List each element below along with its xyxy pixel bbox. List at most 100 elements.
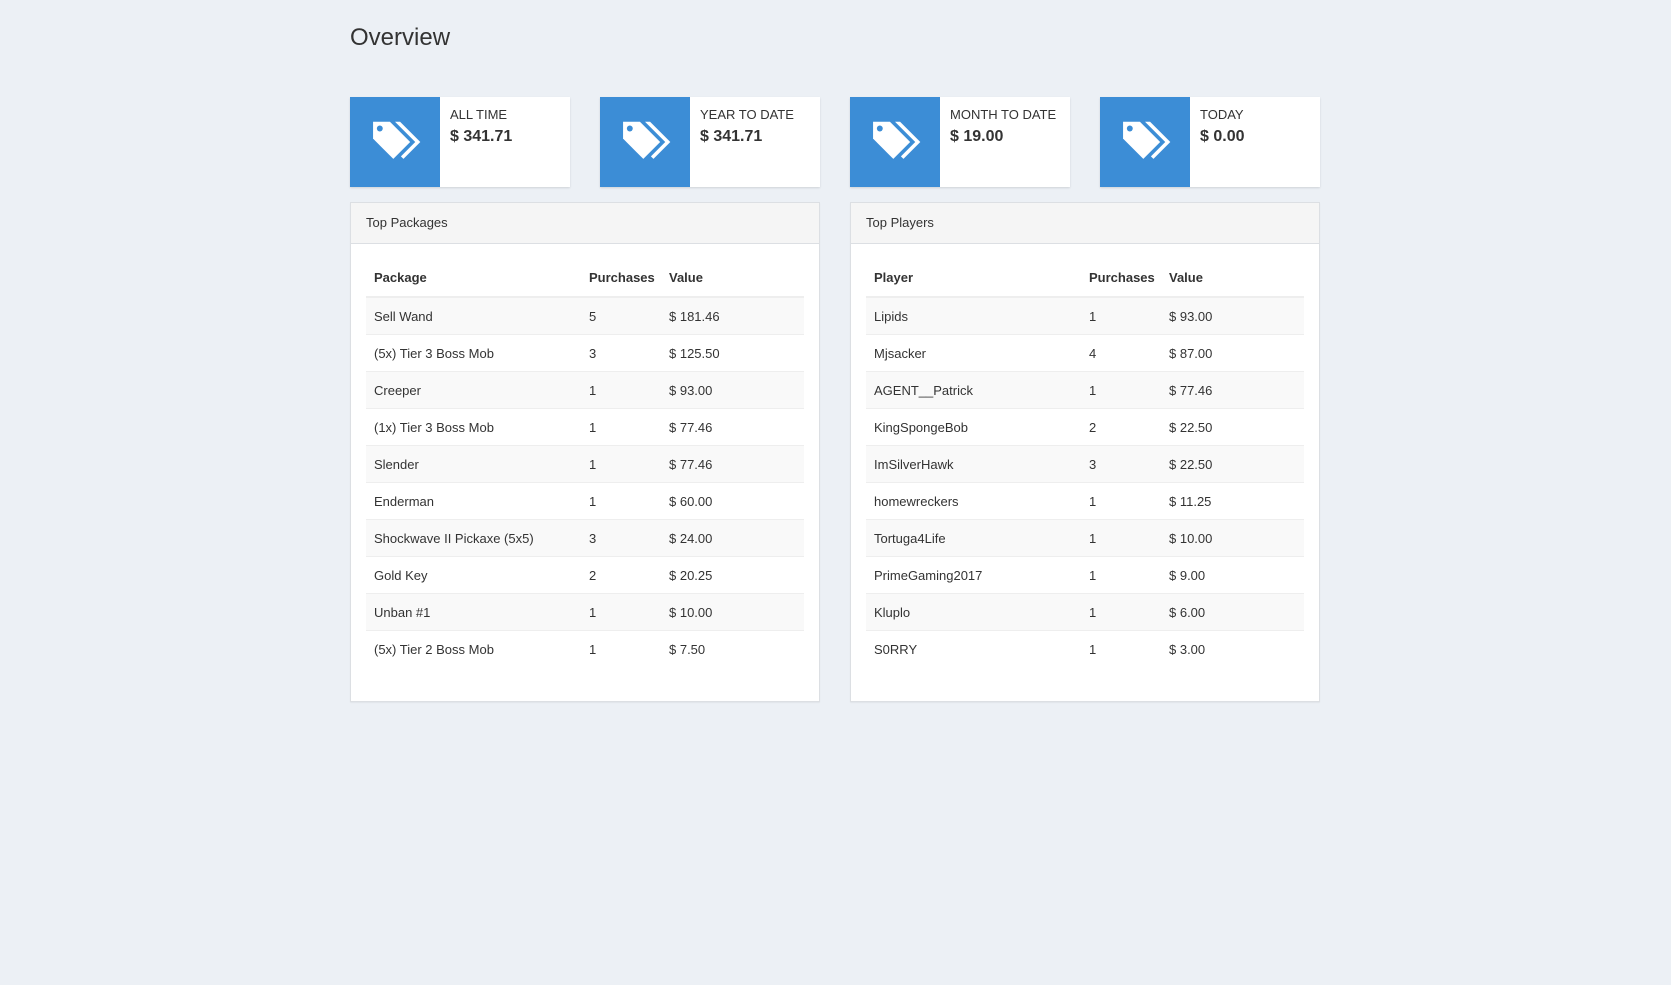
purchases-count: 2 xyxy=(581,556,661,594)
table-row: Slender 1 $ 77.46 xyxy=(366,445,804,483)
tags-icon xyxy=(1100,97,1190,187)
purchase-value: $ 77.46 xyxy=(661,445,804,483)
purchases-count: 2 xyxy=(1081,408,1161,446)
stat-all-time: ALL TIME $ 341.71 xyxy=(350,97,570,187)
stat-label: YEAR TO DATE xyxy=(700,107,794,122)
tags-icon xyxy=(850,97,940,187)
purchase-value: $ 3.00 xyxy=(1161,630,1304,667)
purchase-value: $ 10.00 xyxy=(1161,519,1304,557)
table-row: S0RRY 1 $ 3.00 xyxy=(866,630,1304,667)
purchases-count: 1 xyxy=(581,482,661,520)
purchase-value: $ 93.00 xyxy=(1161,296,1304,335)
table-row: Creeper 1 $ 93.00 xyxy=(366,371,804,409)
table-row: ImSilverHawk 3 $ 22.50 xyxy=(866,445,1304,483)
column-header-value: Value xyxy=(1161,258,1304,298)
page-title: Overview xyxy=(350,24,451,51)
top-packages-table: Package Purchases Value Sell Wand 5 $ 181.… xyxy=(366,258,804,667)
player-name: Tortuga4Life xyxy=(866,519,1081,557)
table-row: (1x) Tier 3 Boss Mob 1 $ 77.46 xyxy=(366,408,804,446)
player-name: KingSpongeBob xyxy=(866,408,1081,446)
purchase-value: $ 22.50 xyxy=(1161,408,1304,446)
purchases-count: 1 xyxy=(1081,482,1161,520)
purchases-count: 1 xyxy=(581,371,661,409)
table-row: homewreckers 1 $ 11.25 xyxy=(866,482,1304,520)
tags-icon xyxy=(350,97,440,187)
player-name: homewreckers xyxy=(866,482,1081,520)
table-row: (5x) Tier 2 Boss Mob 1 $ 7.50 xyxy=(366,630,804,667)
stat-value: $ 0.00 xyxy=(1200,128,1245,145)
package-name: (5x) Tier 2 Boss Mob xyxy=(366,630,581,667)
table-row: Mjsacker 4 $ 87.00 xyxy=(866,334,1304,372)
column-header-value: Value xyxy=(661,258,804,298)
purchases-count: 1 xyxy=(1081,630,1161,667)
purchase-value: $ 77.46 xyxy=(1161,371,1304,409)
purchase-value: $ 24.00 xyxy=(661,519,804,557)
purchases-count: 4 xyxy=(1081,334,1161,372)
tags-icon xyxy=(600,97,690,187)
purchase-value: $ 6.00 xyxy=(1161,593,1304,631)
purchases-count: 1 xyxy=(1081,296,1161,335)
purchase-value: $ 7.50 xyxy=(661,630,804,667)
stat-label: TODAY xyxy=(1200,107,1244,122)
purchases-count: 1 xyxy=(1081,519,1161,557)
panel-title: Top Packages xyxy=(351,203,819,244)
purchase-value: $ 11.25 xyxy=(1161,482,1304,520)
table-row: Shockwave II Pickaxe (5x5) 3 $ 24.00 xyxy=(366,519,804,557)
table-row: Sell Wand 5 $ 181.46 xyxy=(366,296,804,335)
table-header-row: Player Purchases Value xyxy=(866,258,1304,298)
stat-value: $ 19.00 xyxy=(950,128,1004,145)
package-name: (1x) Tier 3 Boss Mob xyxy=(366,408,581,446)
purchase-value: $ 77.46 xyxy=(661,408,804,446)
purchase-value: $ 125.50 xyxy=(661,334,804,372)
table-row: Unban #1 1 $ 10.00 xyxy=(366,593,804,631)
column-header-purchases: Purchases xyxy=(1081,258,1161,298)
table-row: Kluplo 1 $ 6.00 xyxy=(866,593,1304,631)
purchases-count: 3 xyxy=(581,519,661,557)
package-name: Creeper xyxy=(366,371,581,409)
purchase-value: $ 87.00 xyxy=(1161,334,1304,372)
table-row: Enderman 1 $ 60.00 xyxy=(366,482,804,520)
table-row: Tortuga4Life 1 $ 10.00 xyxy=(866,519,1304,557)
stat-label: ALL TIME xyxy=(450,107,508,122)
purchase-value: $ 181.46 xyxy=(661,296,804,335)
stat-today: TODAY $ 0.00 xyxy=(1100,97,1320,187)
purchase-value: $ 22.50 xyxy=(1161,445,1304,483)
player-name: S0RRY xyxy=(866,630,1081,667)
purchases-count: 1 xyxy=(1081,371,1161,409)
player-name: PrimeGaming2017 xyxy=(866,556,1081,594)
package-name: Unban #1 xyxy=(366,593,581,631)
player-name: Mjsacker xyxy=(866,334,1081,372)
table-row: Lipids 1 $ 93.00 xyxy=(866,296,1304,335)
package-name: Sell Wand xyxy=(366,296,581,335)
package-name: Enderman xyxy=(366,482,581,520)
table-row: KingSpongeBob 2 $ 22.50 xyxy=(866,408,1304,446)
package-name: (5x) Tier 3 Boss Mob xyxy=(366,334,581,372)
player-name: Kluplo xyxy=(866,593,1081,631)
stats-row: ALL TIME $ 341.71 YEAR TO DATE $ 341.71 … xyxy=(350,97,1320,187)
purchases-count: 1 xyxy=(581,630,661,667)
table-header-row: Package Purchases Value xyxy=(366,258,804,298)
package-name: Slender xyxy=(366,445,581,483)
purchases-count: 1 xyxy=(581,408,661,446)
package-name: Shockwave II Pickaxe (5x5) xyxy=(366,519,581,557)
stat-month-to-date: MONTH TO DATE $ 19.00 xyxy=(850,97,1070,187)
player-name: Lipids xyxy=(866,296,1081,335)
table-row: Gold Key 2 $ 20.25 xyxy=(366,556,804,594)
purchase-value: $ 10.00 xyxy=(661,593,804,631)
purchases-count: 1 xyxy=(1081,556,1161,594)
top-players-panel: Top Players Player Purchases Value Lipid… xyxy=(850,202,1320,702)
purchase-value: $ 93.00 xyxy=(661,371,804,409)
purchases-count: 5 xyxy=(581,296,661,335)
stat-label: MONTH TO DATE xyxy=(950,107,1057,122)
purchase-value: $ 9.00 xyxy=(1161,556,1304,594)
column-header-player: Player xyxy=(866,258,1081,298)
column-header-package: Package xyxy=(366,258,581,298)
purchase-value: $ 20.25 xyxy=(661,556,804,594)
package-name: Gold Key xyxy=(366,556,581,594)
top-players-table: Player Purchases Value Lipids 1 $ 93.00 Mj… xyxy=(866,258,1304,667)
stat-value: $ 341.71 xyxy=(450,128,513,145)
column-header-purchases: Purchases xyxy=(581,258,661,298)
purchases-count: 3 xyxy=(581,334,661,372)
purchases-count: 1 xyxy=(1081,593,1161,631)
top-packages-panel: Top Packages Package Purchases Value Sel… xyxy=(350,202,820,702)
